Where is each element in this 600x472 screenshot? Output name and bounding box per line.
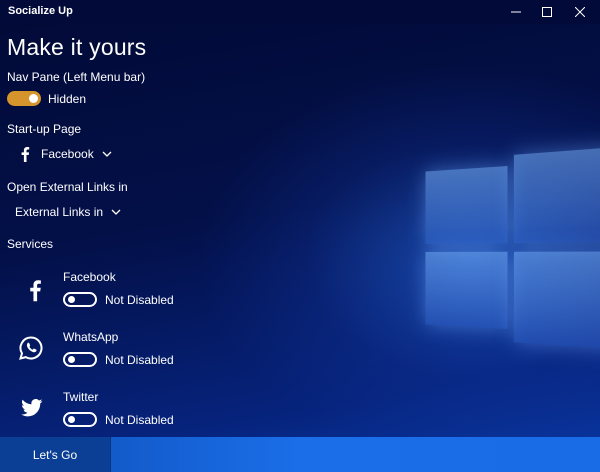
toggle-knob	[68, 296, 75, 303]
nav-pane-toggle-text: Hidden	[48, 92, 86, 106]
twitter-service-status: Not Disabled	[105, 413, 174, 427]
external-links-dropdown[interactable]: External Links in	[15, 205, 121, 219]
windows-logo-background	[418, 131, 600, 378]
whatsapp-icon	[16, 333, 46, 363]
services-label: Services	[7, 237, 53, 251]
logo-pane	[514, 251, 600, 349]
startup-page-dropdown[interactable]: Facebook	[20, 146, 112, 162]
chevron-down-icon	[102, 151, 112, 157]
page-title: Make it yours	[7, 34, 146, 61]
maximize-button[interactable]	[532, 0, 562, 24]
chevron-down-icon	[111, 209, 121, 215]
twitter-icon	[19, 396, 45, 420]
external-links-label: Open External Links in	[7, 180, 128, 194]
toggle-knob	[68, 416, 75, 423]
toggle-knob	[29, 94, 38, 103]
toggle-knob	[68, 356, 75, 363]
facebook-service-status: Not Disabled	[105, 293, 174, 307]
service-name-facebook: Facebook	[63, 270, 116, 284]
logo-pane	[514, 146, 600, 243]
minimize-button[interactable]	[501, 0, 531, 24]
close-icon	[575, 7, 585, 17]
startup-page-label: Start-up Page	[7, 122, 81, 136]
facebook-icon	[24, 275, 46, 305]
startup-page-value: Facebook	[41, 147, 94, 161]
facebook-service-toggle[interactable]	[63, 292, 97, 307]
nav-pane-label: Nav Pane (Left Menu bar)	[7, 70, 145, 84]
minimize-icon	[511, 7, 521, 17]
app-window: Socialize Up Make it yours Nav Pane (Lef…	[0, 0, 600, 472]
whatsapp-service-toggle[interactable]	[63, 352, 97, 367]
app-title: Socialize Up	[8, 5, 73, 17]
maximize-icon	[542, 7, 552, 17]
facebook-icon	[20, 146, 30, 162]
twitter-service-toggle[interactable]	[63, 412, 97, 427]
whatsapp-service-status: Not Disabled	[105, 353, 174, 367]
external-links-value: External Links in	[15, 205, 103, 219]
service-name-whatsapp: WhatsApp	[63, 330, 118, 344]
title-bar: Socialize Up	[0, 0, 600, 24]
logo-pane	[425, 252, 507, 329]
lets-go-button[interactable]: Let's Go	[0, 437, 111, 472]
logo-pane	[425, 166, 507, 244]
nav-pane-toggle[interactable]	[7, 91, 41, 106]
close-button[interactable]	[565, 0, 595, 24]
service-name-twitter: Twitter	[63, 390, 98, 404]
